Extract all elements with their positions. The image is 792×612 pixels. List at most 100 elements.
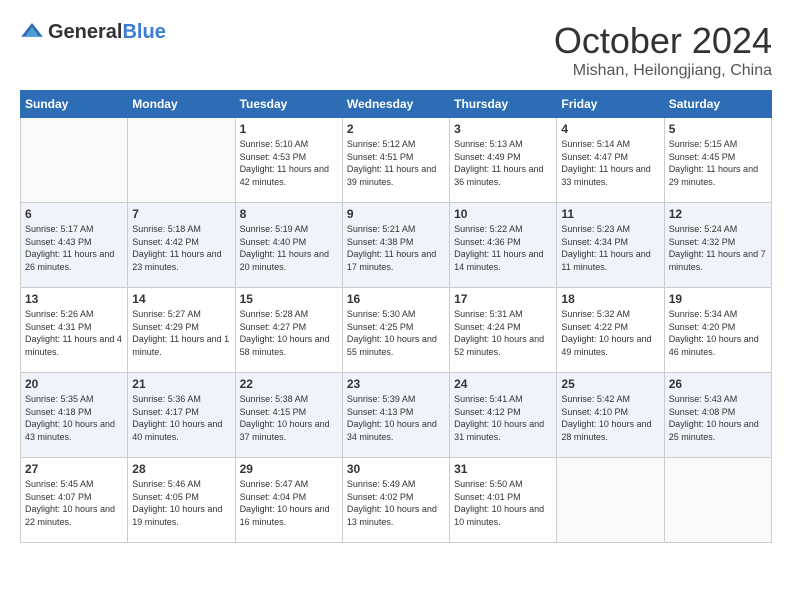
calendar-cell: 12 Sunrise: 5:24 AM Sunset: 4:32 PM Dayli… — [664, 203, 771, 288]
day-detail: Sunrise: 5:27 AM Sunset: 4:29 PM Dayligh… — [132, 308, 230, 358]
day-number: 10 — [454, 207, 552, 221]
calendar-cell: 9 Sunrise: 5:21 AM Sunset: 4:38 PM Daylig… — [342, 203, 449, 288]
calendar-cell: 5 Sunrise: 5:15 AM Sunset: 4:45 PM Daylig… — [664, 118, 771, 203]
day-detail: Sunrise: 5:23 AM Sunset: 4:34 PM Dayligh… — [561, 223, 659, 273]
day-number: 27 — [25, 462, 123, 476]
day-detail: Sunrise: 5:19 AM Sunset: 4:40 PM Dayligh… — [240, 223, 338, 273]
day-number: 20 — [25, 377, 123, 391]
day-detail: Sunrise: 5:22 AM Sunset: 4:36 PM Dayligh… — [454, 223, 552, 273]
header-tuesday: Tuesday — [235, 91, 342, 118]
calendar-week-row: 20Sunrise: 5:35 AM Sunset: 4:18 PM Dayli… — [21, 373, 772, 458]
day-detail: Sunrise: 5:32 AM Sunset: 4:22 PM Dayligh… — [561, 308, 659, 358]
day-detail: Sunrise: 5:17 AM Sunset: 4:43 PM Dayligh… — [25, 223, 123, 273]
logo-icon — [20, 20, 44, 44]
calendar-cell: 16Sunrise: 5:30 AM Sunset: 4:25 PM Dayli… — [342, 288, 449, 373]
calendar-cell: 6Sunrise: 5:17 AM Sunset: 4:43 PM Daylig… — [21, 203, 128, 288]
day-detail: Sunrise: 5:10 AM Sunset: 4:53 PM Dayligh… — [240, 138, 338, 188]
calendar-cell: 14 Sunrise: 5:27 AM Sunset: 4:29 PM Dayli… — [128, 288, 235, 373]
day-detail: Sunrise: 5:49 AM Sunset: 4:02 PM Dayligh… — [347, 478, 445, 528]
day-number: 22 — [240, 377, 338, 391]
day-number: 25 — [561, 377, 659, 391]
header-monday: Monday — [128, 91, 235, 118]
calendar-week-row: 27 Sunrise: 5:45 AM Sunset: 4:07 PM Dayli… — [21, 458, 772, 543]
page-header: GeneralBlue October 2024 Mishan, Heilong… — [20, 20, 772, 80]
day-number: 3 — [454, 122, 552, 136]
day-detail: Sunrise: 5:21 AM Sunset: 4:38 PM Dayligh… — [347, 223, 445, 273]
calendar-cell: 22 Sunrise: 5:38 AM Sunset: 4:15 PM Dayli… — [235, 373, 342, 458]
calendar-cell — [21, 118, 128, 203]
header-thursday: Thursday — [450, 91, 557, 118]
day-detail: Sunrise: 5:42 AM Sunset: 4:10 PM Dayligh… — [561, 393, 659, 443]
calendar-header-row: SundayMondayTuesdayWednesdayThursdayFrid… — [21, 91, 772, 118]
logo-blue-text: Blue — [122, 21, 165, 43]
calendar-cell: 10 Sunrise: 5:22 AM Sunset: 4:36 PM Dayli… — [450, 203, 557, 288]
day-detail: Sunrise: 5:15 AM Sunset: 4:45 PM Dayligh… — [669, 138, 767, 188]
calendar-cell: 26Sunrise: 5:43 AM Sunset: 4:08 PM Dayli… — [664, 373, 771, 458]
day-number: 24 — [454, 377, 552, 391]
header-wednesday: Wednesday — [342, 91, 449, 118]
day-number: 23 — [347, 377, 445, 391]
day-number: 9 — [347, 207, 445, 221]
calendar-cell: 27 Sunrise: 5:45 AM Sunset: 4:07 PM Dayli… — [21, 458, 128, 543]
day-number: 12 — [669, 207, 767, 221]
calendar-cell: 30 Sunrise: 5:49 AM Sunset: 4:02 PM Dayli… — [342, 458, 449, 543]
day-detail: Sunrise: 5:36 AM Sunset: 4:17 PM Dayligh… — [132, 393, 230, 443]
calendar-cell — [557, 458, 664, 543]
day-detail: Sunrise: 5:14 AM Sunset: 4:47 PM Dayligh… — [561, 138, 659, 188]
day-detail: Sunrise: 5:26 AM Sunset: 4:31 PM Dayligh… — [25, 308, 123, 358]
calendar-cell: 20Sunrise: 5:35 AM Sunset: 4:18 PM Dayli… — [21, 373, 128, 458]
day-detail: Sunrise: 5:13 AM Sunset: 4:49 PM Dayligh… — [454, 138, 552, 188]
day-number: 15 — [240, 292, 338, 306]
day-number: 16 — [347, 292, 445, 306]
header-sunday: Sunday — [21, 91, 128, 118]
day-number: 11 — [561, 207, 659, 221]
header-friday: Friday — [557, 91, 664, 118]
calendar-cell: 29Sunrise: 5:47 AM Sunset: 4:04 PM Dayli… — [235, 458, 342, 543]
day-detail: Sunrise: 5:28 AM Sunset: 4:27 PM Dayligh… — [240, 308, 338, 358]
day-detail: Sunrise: 5:18 AM Sunset: 4:42 PM Dayligh… — [132, 223, 230, 273]
day-number: 26 — [669, 377, 767, 391]
day-number: 14 — [132, 292, 230, 306]
day-number: 21 — [132, 377, 230, 391]
day-detail: Sunrise: 5:38 AM Sunset: 4:15 PM Dayligh… — [240, 393, 338, 443]
day-number: 19 — [669, 292, 767, 306]
calendar-cell: 25 Sunrise: 5:42 AM Sunset: 4:10 PM Dayli… — [557, 373, 664, 458]
day-number: 4 — [561, 122, 659, 136]
day-number: 2 — [347, 122, 445, 136]
calendar-table: SundayMondayTuesdayWednesdayThursdayFrid… — [20, 90, 772, 543]
logo-general-text: General — [48, 21, 122, 43]
day-detail: Sunrise: 5:39 AM Sunset: 4:13 PM Dayligh… — [347, 393, 445, 443]
day-number: 13 — [25, 292, 123, 306]
day-number: 30 — [347, 462, 445, 476]
calendar-cell: 28Sunrise: 5:46 AM Sunset: 4:05 PM Dayli… — [128, 458, 235, 543]
day-number: 28 — [132, 462, 230, 476]
calendar-cell: 11 Sunrise: 5:23 AM Sunset: 4:34 PM Dayli… — [557, 203, 664, 288]
calendar-cell: 7 Sunrise: 5:18 AM Sunset: 4:42 PM Daylig… — [128, 203, 235, 288]
calendar-cell: 17 Sunrise: 5:31 AM Sunset: 4:24 PM Dayli… — [450, 288, 557, 373]
calendar-cell: 18Sunrise: 5:32 AM Sunset: 4:22 PM Dayli… — [557, 288, 664, 373]
day-detail: Sunrise: 5:31 AM Sunset: 4:24 PM Dayligh… — [454, 308, 552, 358]
calendar-cell: 19 Sunrise: 5:34 AM Sunset: 4:20 PM Dayli… — [664, 288, 771, 373]
calendar-week-row: 1 Sunrise: 5:10 AM Sunset: 4:53 PM Daylig… — [21, 118, 772, 203]
day-detail: Sunrise: 5:24 AM Sunset: 4:32 PM Dayligh… — [669, 223, 767, 273]
title-block: October 2024 Mishan, Heilongjiang, China — [554, 20, 772, 80]
calendar-cell: 21 Sunrise: 5:36 AM Sunset: 4:17 PM Dayli… — [128, 373, 235, 458]
day-number: 5 — [669, 122, 767, 136]
calendar-cell: 2 Sunrise: 5:12 AM Sunset: 4:51 PM Daylig… — [342, 118, 449, 203]
logo: GeneralBlue — [20, 20, 166, 44]
day-detail: Sunrise: 5:45 AM Sunset: 4:07 PM Dayligh… — [25, 478, 123, 528]
day-detail: Sunrise: 5:12 AM Sunset: 4:51 PM Dayligh… — [347, 138, 445, 188]
calendar-week-row: 6Sunrise: 5:17 AM Sunset: 4:43 PM Daylig… — [21, 203, 772, 288]
day-detail: Sunrise: 5:34 AM Sunset: 4:20 PM Dayligh… — [669, 308, 767, 358]
day-detail: Sunrise: 5:41 AM Sunset: 4:12 PM Dayligh… — [454, 393, 552, 443]
calendar-cell: 4 Sunrise: 5:14 AM Sunset: 4:47 PM Daylig… — [557, 118, 664, 203]
location-title: Mishan, Heilongjiang, China — [554, 62, 772, 80]
calendar-cell: 1 Sunrise: 5:10 AM Sunset: 4:53 PM Daylig… — [235, 118, 342, 203]
day-number: 17 — [454, 292, 552, 306]
day-number: 7 — [132, 207, 230, 221]
calendar-cell: 15 Sunrise: 5:28 AM Sunset: 4:27 PM Dayli… — [235, 288, 342, 373]
calendar-cell — [128, 118, 235, 203]
day-number: 1 — [240, 122, 338, 136]
header-saturday: Saturday — [664, 91, 771, 118]
day-number: 31 — [454, 462, 552, 476]
